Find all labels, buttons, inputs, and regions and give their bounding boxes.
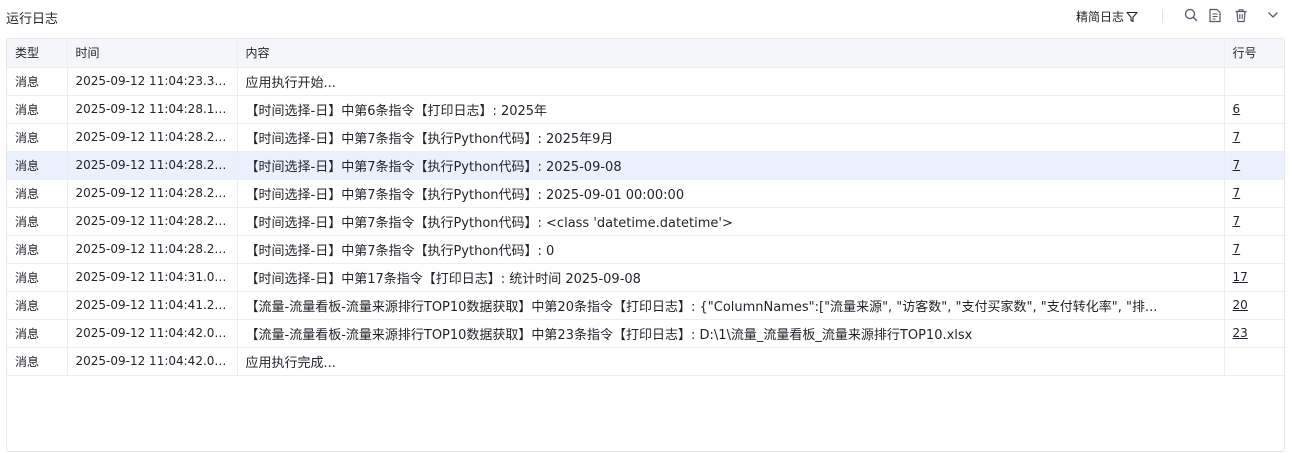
cell-content: 【时间选择-日】中第17条指令【打印日志】: 统计时间 2025-09-08 [237, 263, 1225, 292]
simple-log-filter-button[interactable]: 精简日志 [1076, 8, 1138, 25]
cell-type: 消息 [7, 95, 68, 124]
toolbar-divider [1162, 9, 1163, 23]
table-row[interactable]: 消息 2025-09-12 11:04:28.220 【时间选择-日】中第7条指令【… [7, 207, 1284, 236]
cell-time: 2025-09-12 11:04:28.220 [67, 179, 238, 208]
line-number-link[interactable]: 7 [1233, 158, 1241, 172]
cell-content: 应用执行开始... [237, 67, 1225, 96]
cell-type: 消息 [7, 67, 68, 96]
cell-line: 7 [1224, 151, 1284, 180]
table-row[interactable]: 消息 2025-09-12 11:04:28.218 【时间选择-日】中第7条指令【… [7, 151, 1284, 180]
line-number-link[interactable]: 7 [1233, 186, 1241, 200]
search-icon[interactable] [1183, 7, 1199, 23]
cell-content: 【时间选择-日】中第7条指令【执行Python代码】: <class 'date… [237, 207, 1225, 236]
cell-content: 【时间选择-日】中第7条指令【执行Python代码】: 2025年9月 [237, 123, 1225, 152]
cell-time: 2025-09-12 11:04:28.220 [67, 207, 238, 236]
line-number-link[interactable]: 7 [1233, 242, 1241, 256]
chevron-down-icon[interactable] [1265, 7, 1281, 23]
cell-time: 2025-09-12 11:04:42.019 [67, 319, 238, 348]
cell-time: 2025-09-12 11:04:28.160 [67, 95, 238, 124]
cell-content: 【时间选择-日】中第7条指令【执行Python代码】: 0 [237, 235, 1225, 264]
column-header-type: 类型 [7, 39, 68, 68]
cell-content: 【流量-流量看板-流量来源排行TOP10数据获取】中第20条指令【打印日志】: … [237, 291, 1225, 320]
cell-type: 消息 [7, 291, 68, 320]
cell-time: 2025-09-12 11:04:28.220 [67, 235, 238, 264]
column-header-content: 内容 [237, 39, 1225, 68]
table-row[interactable]: 消息 2025-09-12 11:04:31.015 【时间选择-日】中第17条指令… [7, 263, 1284, 292]
line-number-link[interactable]: 7 [1233, 214, 1241, 228]
cell-type: 消息 [7, 123, 68, 152]
cell-line [1224, 347, 1284, 376]
cell-line: 7 [1224, 207, 1284, 236]
cell-type: 消息 [7, 319, 68, 348]
export-doc-icon[interactable] [1207, 7, 1223, 23]
table-row[interactable]: 消息 2025-09-12 11:04:28.218 【时间选择-日】中第7条指令【… [7, 123, 1284, 152]
table-row[interactable]: 消息 2025-09-12 11:04:42.019 【流量-流量看板-流量来源排行… [7, 319, 1284, 348]
cell-line: 20 [1224, 291, 1284, 320]
line-number-link[interactable]: 17 [1233, 270, 1248, 284]
cell-line: 7 [1224, 179, 1284, 208]
cell-time: 2025-09-12 11:04:41.270 [67, 291, 238, 320]
cell-type: 消息 [7, 179, 68, 208]
line-number-link[interactable]: 23 [1233, 326, 1248, 340]
filter-icon [1126, 11, 1138, 23]
cell-type: 消息 [7, 235, 68, 264]
table-header-row: 类型 时间 内容 行号 [7, 39, 1284, 68]
cell-content: 应用执行完成... [237, 347, 1225, 376]
cell-time: 2025-09-12 11:04:23.395 [67, 67, 238, 96]
table-row[interactable]: 消息 2025-09-12 11:04:41.270 【流量-流量看板-流量来源排行… [7, 291, 1284, 320]
line-number-link[interactable]: 7 [1233, 130, 1241, 144]
cell-type: 消息 [7, 207, 68, 236]
line-number-link[interactable]: 20 [1233, 298, 1248, 312]
table-row[interactable]: 消息 2025-09-12 11:04:23.395 应用执行开始... [7, 67, 1284, 96]
table-row[interactable]: 消息 2025-09-12 11:04:28.160 【时间选择-日】中第6条指令【… [7, 95, 1284, 124]
simple-log-label: 精简日志 [1076, 10, 1125, 24]
line-number-link[interactable]: 6 [1233, 102, 1241, 116]
cell-line: 7 [1224, 235, 1284, 264]
cell-content: 【流量-流量看板-流量来源排行TOP10数据获取】中第23条指令【打印日志】: … [237, 319, 1225, 348]
cell-time: 2025-09-12 11:04:28.218 [67, 123, 238, 152]
trash-icon[interactable] [1233, 7, 1249, 23]
cell-line [1224, 67, 1284, 96]
cell-line: 7 [1224, 123, 1284, 152]
cell-time: 2025-09-12 11:04:31.015 [67, 263, 238, 292]
cell-time: 2025-09-12 11:04:28.218 [67, 151, 238, 180]
cell-line: 6 [1224, 95, 1284, 124]
column-header-line: 行号 [1224, 39, 1284, 68]
column-header-time: 时间 [67, 39, 238, 68]
cell-type: 消息 [7, 263, 68, 292]
cell-line: 23 [1224, 319, 1284, 348]
cell-type: 消息 [7, 151, 68, 180]
cell-type: 消息 [7, 347, 68, 376]
cell-content: 【时间选择-日】中第7条指令【执行Python代码】: 2025-09-08 [237, 151, 1225, 180]
table-row[interactable]: 消息 2025-09-12 11:04:28.220 【时间选择-日】中第7条指令【… [7, 235, 1284, 264]
table-row[interactable]: 消息 2025-09-12 11:04:42.020 应用执行完成... [7, 347, 1284, 376]
cell-time: 2025-09-12 11:04:42.020 [67, 347, 238, 376]
cell-content: 【时间选择-日】中第6条指令【打印日志】: 2025年 [237, 95, 1225, 124]
table-row[interactable]: 消息 2025-09-12 11:04:28.220 【时间选择-日】中第7条指令【… [7, 179, 1284, 208]
log-table: 类型 时间 内容 行号 消息 2025-09-12 11:04:23.395 应用执… [7, 39, 1284, 376]
log-panel-header: 运行日志 精简日志 [0, 0, 1290, 32]
panel-title: 运行日志 [6, 12, 59, 27]
log-table-container[interactable]: 类型 时间 内容 行号 消息 2025-09-12 11:04:23.395 应用执… [6, 38, 1285, 452]
cell-content: 【时间选择-日】中第7条指令【执行Python代码】: 2025-09-01 0… [237, 179, 1225, 208]
cell-line: 17 [1224, 263, 1284, 292]
